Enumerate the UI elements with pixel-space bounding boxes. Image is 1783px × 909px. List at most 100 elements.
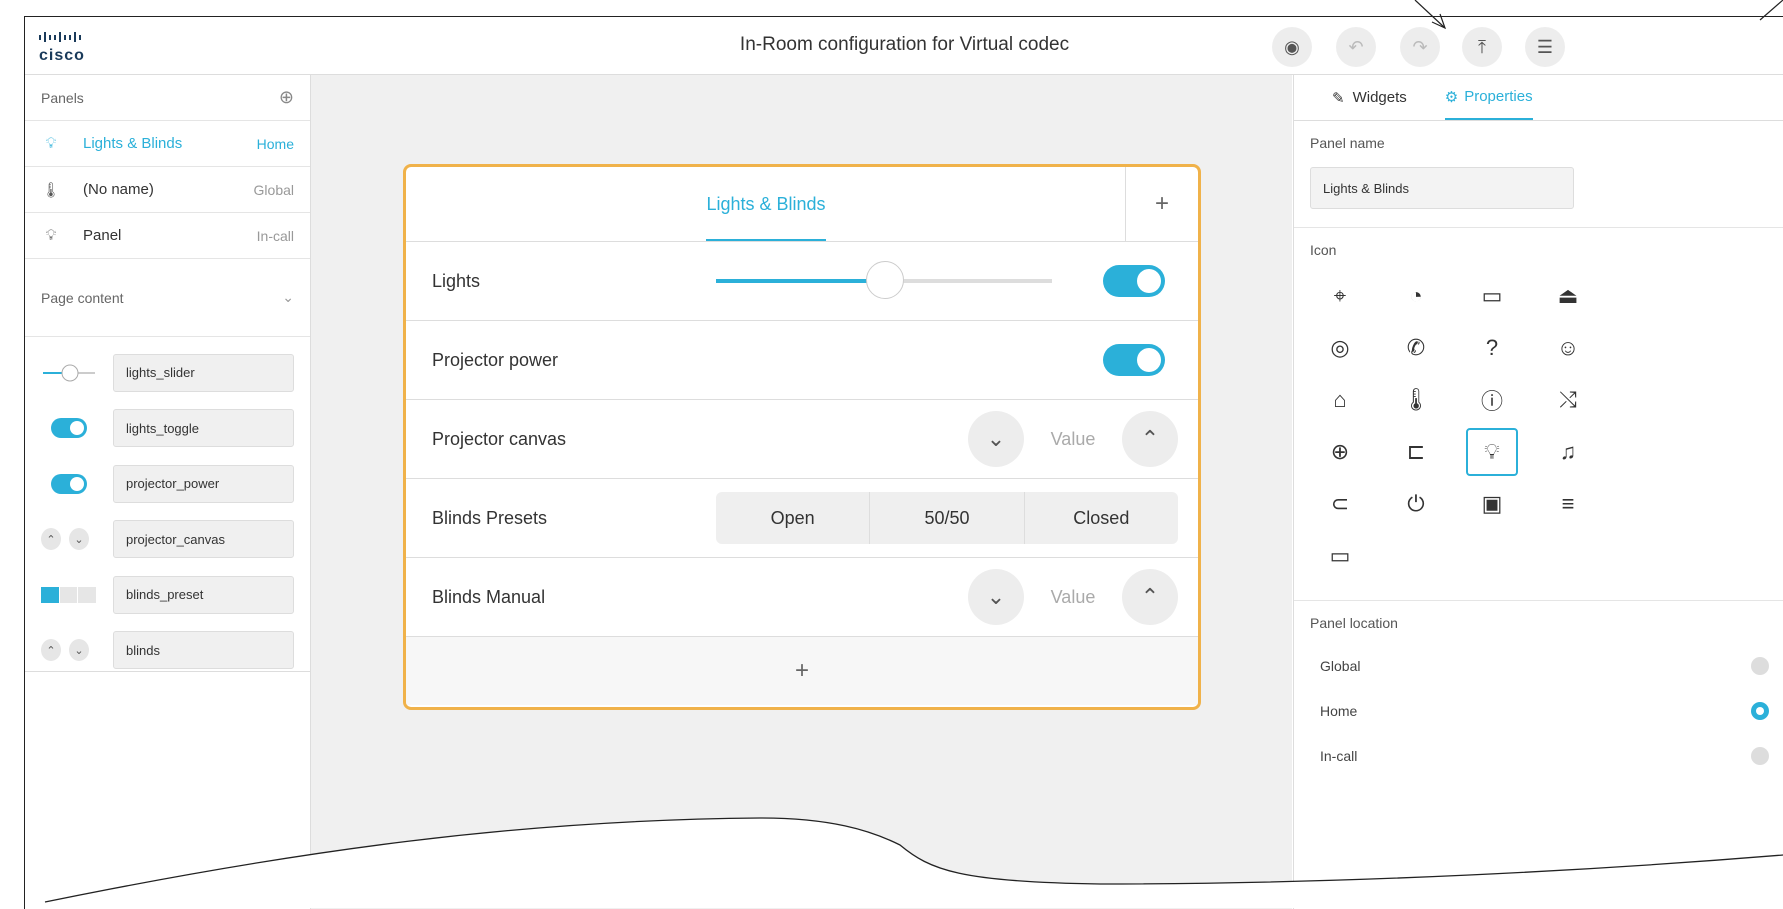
camera-icon[interactable]: ▭ xyxy=(1466,272,1518,320)
food-icon[interactable]: ⏏ xyxy=(1542,272,1594,320)
widget-row-lights-slider[interactable]: lights_slider xyxy=(25,345,310,401)
menu-button[interactable]: ☰ xyxy=(1525,27,1565,67)
location-option-global[interactable]: Global xyxy=(1294,643,1783,688)
radio-button[interactable] xyxy=(1751,656,1769,675)
redo-icon: ↷ xyxy=(1412,36,1428,57)
thermometer-icon[interactable]: 🌡︎ xyxy=(1390,376,1442,424)
projector-power-toggle[interactable] xyxy=(1103,344,1165,376)
tab-lights-blinds[interactable]: Lights & Blinds xyxy=(406,167,1126,241)
widget-row-projector-canvas[interactable]: ⌃ ⌄ projector_canvas xyxy=(25,512,310,568)
panel-location: In-call xyxy=(256,227,294,244)
widget-id-field[interactable]: projector_canvas xyxy=(113,520,294,559)
redo-button[interactable]: ↷ xyxy=(1400,27,1440,67)
page-title: In-Room configuration for Virtual codec xyxy=(739,34,1070,55)
increase-button[interactable]: ⌃ xyxy=(1122,569,1178,625)
help-icon[interactable]: ? xyxy=(1466,324,1518,372)
location-option-in-call[interactable]: In-call xyxy=(1294,733,1783,778)
panel-name: Lights & Blinds xyxy=(83,135,183,152)
upload-button[interactable]: ⤒ xyxy=(1462,27,1502,67)
toggle-widget-icon xyxy=(41,418,97,439)
clock-icon[interactable]: ◔ xyxy=(1390,272,1442,320)
laptop-icon[interactable]: ⊏ xyxy=(1390,428,1442,476)
home-icon[interactable]: ⌂ xyxy=(1314,376,1366,424)
add-row-button[interactable]: + xyxy=(406,637,1198,705)
page-content-label: Page content xyxy=(41,289,124,306)
widget-row-blinds[interactable]: ⌃ ⌄ blinds xyxy=(25,623,310,679)
slider-handle[interactable] xyxy=(866,261,904,299)
sliders-icon[interactable]: ≡ xyxy=(1542,480,1594,528)
panel-item-lights-blinds[interactable]: 💡︎ Lights & Blinds Home xyxy=(25,121,310,167)
record-icon[interactable]: ▣ xyxy=(1466,480,1518,528)
panels-label: Panels xyxy=(41,89,84,106)
plus-icon: + xyxy=(1154,190,1169,217)
location-label: Home xyxy=(1320,702,1358,719)
widget-row-projector-power[interactable]: projector_power xyxy=(25,456,310,512)
panel-name-label: Panel name xyxy=(1310,135,1385,151)
right-tabs: ✎ Widgets ⚙ Properties xyxy=(1294,75,1783,121)
row-blinds-manual: Blinds Manual ⌄ Value ⌃ xyxy=(406,558,1198,637)
add-page-button[interactable]: + xyxy=(1125,167,1198,241)
spinner-widget-icon: ⌃ ⌄ xyxy=(41,639,97,662)
thermometer-icon: 🌡︎ xyxy=(41,181,61,199)
lights-toggle[interactable] xyxy=(1103,265,1165,297)
bulb-icon: 💡︎ xyxy=(45,227,57,244)
location-option-home[interactable]: Home xyxy=(1294,688,1783,733)
radio-button[interactable] xyxy=(1751,701,1769,720)
preset-closed-button[interactable]: Closed xyxy=(1023,492,1178,544)
blinds-preset-group: Open 50/50 Closed xyxy=(716,492,1178,544)
disc-icon[interactable]: ◎ xyxy=(1314,324,1366,372)
panel-location: Home xyxy=(256,135,294,152)
lights-slider[interactable] xyxy=(716,261,1052,299)
microphone-icon[interactable]: ⊂ xyxy=(1314,480,1366,528)
panel-name: (No name) xyxy=(83,181,154,198)
app-window: cisco In-Room configuration for Virtual … xyxy=(24,16,1783,909)
spinner-widget-icon: ⌃ ⌄ xyxy=(41,528,97,551)
undo-button[interactable]: ↶ xyxy=(1336,27,1376,67)
preview-button[interactable]: ◉ xyxy=(1272,27,1312,67)
divider xyxy=(25,671,310,672)
panel-item-panel[interactable]: 💡︎ Panel In-call xyxy=(25,213,310,259)
panel-name-input[interactable]: Lights & Blinds xyxy=(1310,167,1574,209)
phone-icon[interactable]: ✆ xyxy=(1390,324,1442,372)
briefcase-icon[interactable]: ⌖ xyxy=(1314,272,1366,320)
display-icon[interactable]: ▭ xyxy=(1314,532,1366,580)
chevron-up-icon: ⌃ xyxy=(1140,584,1160,609)
music-icon[interactable]: ♫ xyxy=(1542,428,1594,476)
tab-label: Properties xyxy=(1464,88,1533,105)
power-icon[interactable]: ⏻ xyxy=(1390,480,1442,528)
globe-icon[interactable]: ⊕ xyxy=(1314,428,1366,476)
widget-row-blinds-preset[interactable]: blinds_preset xyxy=(25,567,310,623)
widget-row-lights-toggle[interactable]: lights_toggle xyxy=(25,401,310,457)
info-icon[interactable]: ⓘ xyxy=(1466,376,1518,424)
increase-button[interactable]: ⌃ xyxy=(1122,411,1178,467)
widget-id-field[interactable]: blinds_preset xyxy=(113,575,294,614)
tab-properties[interactable]: ⚙ Properties xyxy=(1444,75,1533,120)
chevron-down-icon: ⌄ xyxy=(282,289,294,305)
widget-id-field[interactable]: blinds xyxy=(113,631,294,670)
decrease-button[interactable]: ⌄ xyxy=(968,411,1024,467)
page-content-header[interactable]: Page content ⌄ xyxy=(25,259,310,337)
widget-id-field[interactable]: projector_power xyxy=(113,464,294,503)
projector-canvas-spinner: ⌄ Value ⌃ xyxy=(968,411,1178,467)
panel-item-no-name[interactable]: 🌡︎ (No name) Global xyxy=(25,167,310,213)
location-label: In-call xyxy=(1320,747,1358,764)
decrease-button[interactable]: ⌄ xyxy=(968,569,1024,625)
header: cisco In-Room configuration for Virtual … xyxy=(25,17,1783,75)
add-panel-icon[interactable]: ⊕ xyxy=(279,87,294,108)
bulb-icon[interactable]: 💡︎ xyxy=(1466,428,1518,476)
radio-button[interactable] xyxy=(1751,746,1769,765)
widget-id-field[interactable]: lights_slider xyxy=(113,353,294,392)
slider-fill xyxy=(716,279,884,283)
spinner-value: Value xyxy=(1050,428,1096,449)
panel-preview[interactable]: Lights & Blinds + Lights Projector power… xyxy=(403,164,1201,710)
eye-icon: ◉ xyxy=(1284,36,1300,57)
widget-id-field[interactable]: lights_toggle xyxy=(113,409,294,448)
preset-open-button[interactable]: Open xyxy=(716,492,869,544)
chevron-up-icon: ⌃ xyxy=(1140,426,1160,451)
tab-widgets[interactable]: ✎ Widgets xyxy=(1332,75,1407,120)
concierge-icon[interactable]: ☺ xyxy=(1542,324,1594,372)
row-blinds-presets: Blinds Presets Open 50/50 Closed xyxy=(406,479,1198,558)
shuffle-icon[interactable]: ⤭ xyxy=(1542,376,1594,424)
properties-sidebar: ✎ Widgets ⚙ Properties Panel name Lights &… xyxy=(1293,75,1783,909)
preset-50-50-button[interactable]: 50/50 xyxy=(869,492,1023,544)
